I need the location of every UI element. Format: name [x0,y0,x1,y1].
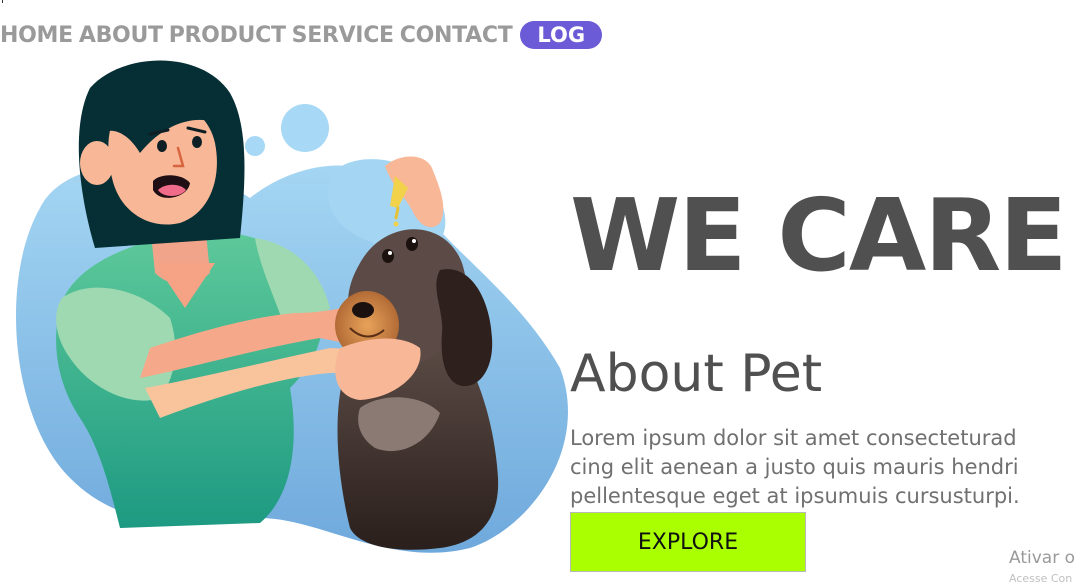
nav-link-product[interactable]: PRODUCT [169,23,286,48]
woman-eye-left [157,140,167,152]
explore-button[interactable]: EXPLORE [570,512,806,572]
hero-headline: WE CARE [570,177,1068,294]
woman-giving-dog-eye-drops-illustration [15,60,568,553]
bubble-large [281,104,329,152]
hero-body-line: Lorem ipsum dolor sit amet consecteturad [570,426,1017,450]
woman-ear [80,141,114,185]
activation-watermark-sub: Acesse Con [1009,572,1073,585]
activation-watermark: Ativar o [1009,548,1075,568]
nav-link-home[interactable]: HOME [0,23,73,48]
dog-nose [352,302,374,318]
top-navigation: HOME ABOUT PRODUCT SERVICE CONTACT LOG [0,20,603,50]
hero-subheadline: About Pet [570,344,823,404]
hero-body-line: cing elit aenean a justo quis mauris hen… [570,455,1019,479]
hero-body-line: pellentesque eget at ipsumuis cursusturp… [570,484,1020,508]
bubble-small [245,136,265,156]
nav-link-about[interactable]: ABOUT [79,23,163,48]
woman-eye-right [192,136,202,148]
drop [393,221,399,227]
dog-eye-left [382,249,394,263]
nav-link-service[interactable]: SERVICE [292,23,394,48]
login-button[interactable]: LOG [520,21,603,49]
hero-body-text: Lorem ipsum dolor sit amet consecteturad… [570,424,1081,511]
dog-eye-right [406,237,418,251]
corner-mark [2,0,3,3]
nav-link-contact[interactable]: CONTACT [400,23,513,48]
